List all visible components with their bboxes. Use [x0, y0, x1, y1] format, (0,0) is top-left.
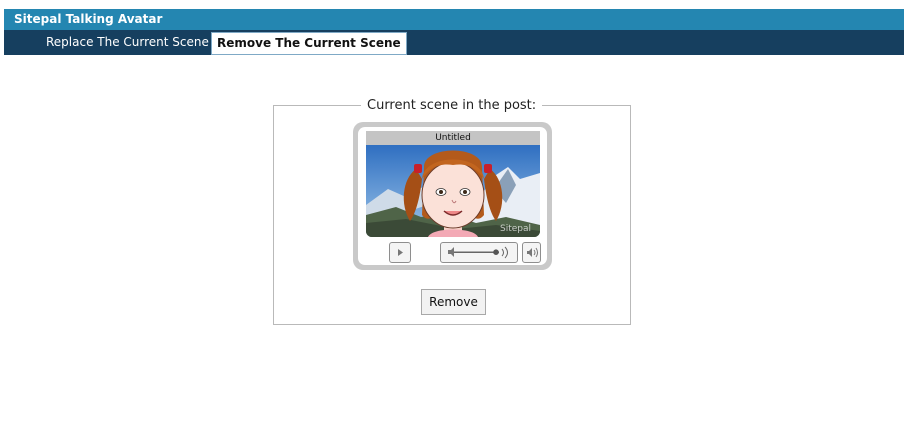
tab-remove-scene[interactable]: Remove The Current Scene — [211, 32, 407, 55]
play-button[interactable] — [389, 242, 411, 263]
volume-icon — [448, 246, 508, 259]
mute-button[interactable] — [522, 242, 541, 263]
volume-slider[interactable] — [440, 242, 518, 263]
remove-button[interactable]: Remove — [421, 289, 486, 315]
current-scene-legend: Current scene in the post: — [367, 98, 537, 113]
tab-bar: Replace The Current Scene Remove The Cur… — [4, 30, 904, 55]
sitepal-watermark: Sitepal — [500, 224, 531, 234]
app-title-bar: Sitepal Talking Avatar — [4, 9, 904, 30]
tab-replace-scene[interactable]: Replace The Current Scene — [46, 30, 209, 55]
app-title: Sitepal Talking Avatar — [14, 12, 163, 26]
play-icon — [398, 249, 403, 256]
mute-icon — [527, 247, 538, 258]
player-title: Untitled — [366, 131, 540, 145]
avatar-scene-image[interactable]: Sitepal — [366, 145, 540, 237]
